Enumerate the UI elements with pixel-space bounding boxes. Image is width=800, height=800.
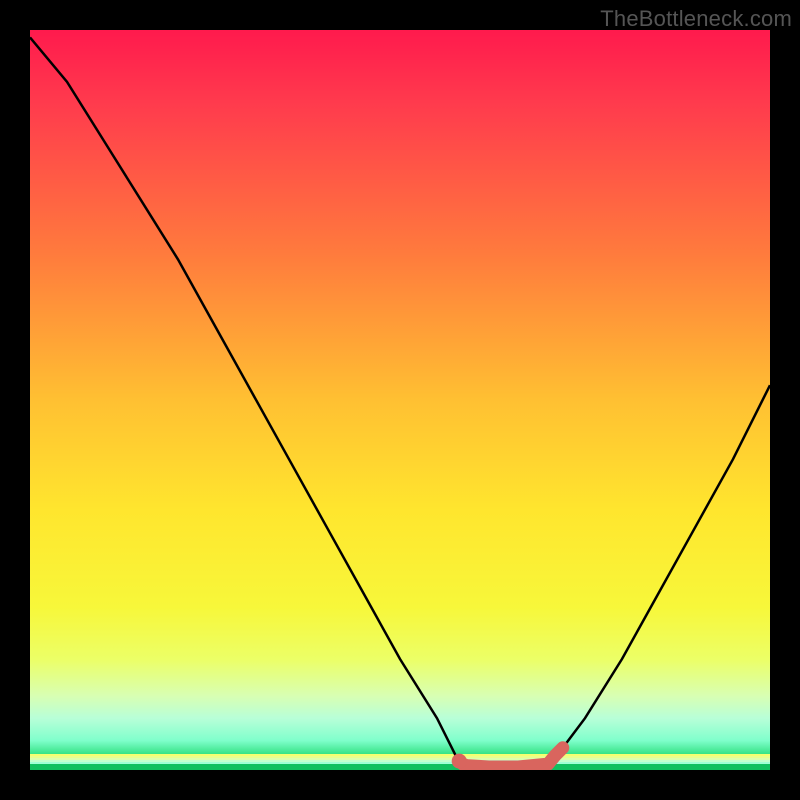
optimal-marker [30,30,770,770]
chart-frame: TheBottleneck.com [0,0,800,800]
watermark-text: TheBottleneck.com [600,6,792,32]
plot-area [30,30,770,770]
